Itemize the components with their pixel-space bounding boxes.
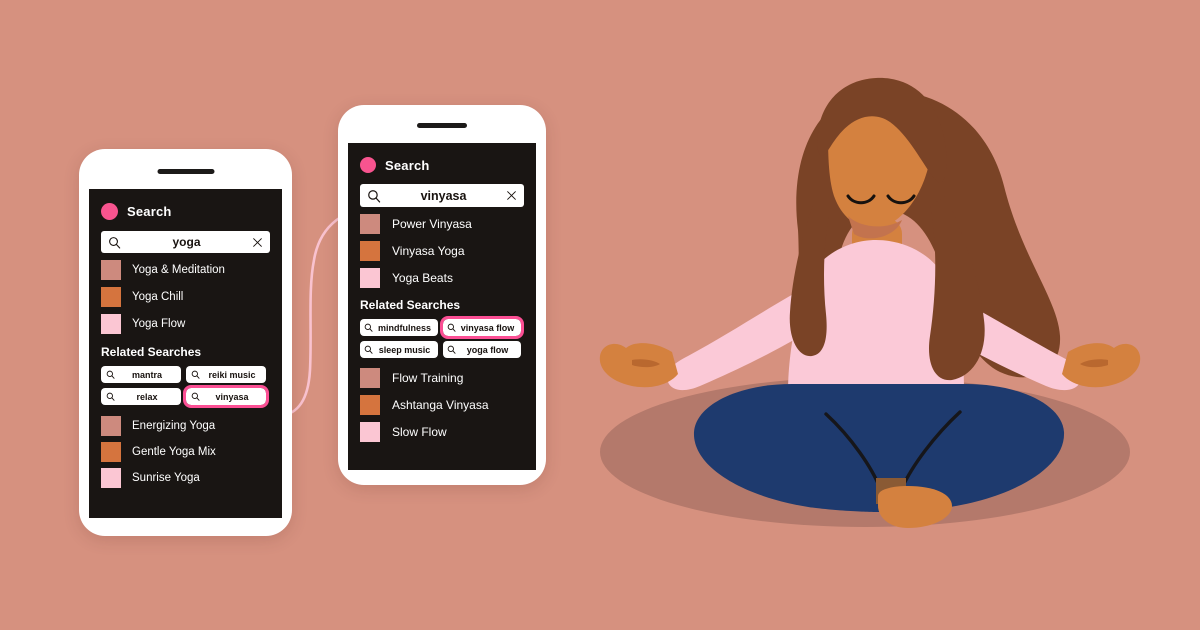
result-swatch <box>360 422 380 442</box>
phone-speaker-bar <box>417 123 467 128</box>
results-secondary-list: Flow Training Ashtanga Vinyasa Slow Flow <box>360 368 524 442</box>
related-chip-label: mantra <box>131 369 162 380</box>
result-swatch <box>101 260 121 280</box>
list-item[interactable]: Sunrise Yoga <box>101 468 270 488</box>
result-label: Yoga & Meditation <box>132 264 225 276</box>
related-chip-label: reiki music <box>208 369 256 380</box>
related-chip-label: vinyasa flow <box>460 322 515 333</box>
result-swatch <box>101 416 121 436</box>
list-item[interactable]: Energizing Yoga <box>101 416 270 436</box>
list-item[interactable]: Ashtanga Vinyasa <box>360 395 524 415</box>
result-swatch <box>101 468 121 488</box>
app-header: Search <box>360 157 524 173</box>
list-item[interactable]: Yoga Chill <box>101 287 270 307</box>
phone-left: Search yoga Yoga & Meditation Yoga Chill… <box>79 149 292 536</box>
related-searches-chips: mantra reiki music relax vinyasa <box>101 366 270 408</box>
related-searches-chips: mindfulness vinyasa flow sleep music yog… <box>360 316 524 358</box>
result-swatch <box>101 442 121 462</box>
app-dot-icon <box>360 157 376 173</box>
result-label: Gentle Yoga Mix <box>132 446 216 458</box>
list-item[interactable]: Vinyasa Yoga <box>360 241 524 261</box>
search-icon <box>109 236 121 249</box>
app-dot-icon <box>101 203 118 220</box>
related-chip[interactable]: sleep music <box>360 341 438 358</box>
search-icon <box>191 392 200 401</box>
result-swatch <box>360 395 380 415</box>
related-searches-title: Related Searches <box>360 298 461 312</box>
related-chip[interactable]: mindfulness <box>360 319 438 336</box>
results-primary-list: Power Vinyasa Vinyasa Yoga Yoga Beats <box>360 214 524 288</box>
related-chip-label: mindfulness <box>377 322 431 333</box>
result-swatch <box>360 268 380 288</box>
search-icon <box>106 392 115 401</box>
result-label: Yoga Beats <box>392 271 453 285</box>
related-chip-label: sleep music <box>378 344 431 355</box>
related-chip[interactable]: mantra <box>101 366 181 383</box>
result-swatch <box>360 214 380 234</box>
related-chip-label: vinyasa <box>215 391 249 402</box>
list-item[interactable]: Power Vinyasa <box>360 214 524 234</box>
search-icon <box>191 370 200 379</box>
result-swatch <box>101 287 121 307</box>
meditation-illustration <box>599 77 1141 528</box>
result-label: Yoga Flow <box>132 318 186 330</box>
related-chip-selected[interactable]: vinyasa flow <box>440 316 524 339</box>
list-item[interactable]: Slow Flow <box>360 422 524 442</box>
related-chip-label: yoga flow <box>466 344 509 355</box>
result-swatch <box>360 241 380 261</box>
search-input-value: yoga <box>172 235 201 249</box>
search-input-value: vinyasa <box>420 188 467 203</box>
list-item[interactable]: Yoga Flow <box>101 314 270 334</box>
list-item[interactable]: Yoga & Meditation <box>101 260 270 280</box>
search-icon <box>106 370 115 379</box>
search-icon <box>368 189 381 203</box>
search-icon <box>364 345 373 354</box>
search-input[interactable]: vinyasa <box>360 184 524 207</box>
search-icon <box>447 323 456 332</box>
result-label: Ashtanga Vinyasa <box>392 398 489 412</box>
list-item[interactable]: Flow Training <box>360 368 524 388</box>
result-swatch <box>360 368 380 388</box>
phone-speaker-bar <box>157 169 214 174</box>
results-secondary-list: Energizing Yoga Gentle Yoga Mix Sunrise … <box>101 416 270 488</box>
related-chip[interactable]: yoga flow <box>443 341 521 358</box>
search-icon <box>447 345 456 354</box>
related-chip[interactable]: reiki music <box>186 366 266 383</box>
phone-right-screen: Search vinyasa Power Vinyasa Vinyasa Yog… <box>348 143 536 470</box>
list-item[interactable]: Yoga Beats <box>360 268 524 288</box>
phone-right: Search vinyasa Power Vinyasa Vinyasa Yog… <box>338 105 546 485</box>
close-icon[interactable] <box>506 190 517 201</box>
related-chip-selected[interactable]: vinyasa <box>183 385 269 408</box>
phone-left-screen: Search yoga Yoga & Meditation Yoga Chill… <box>89 189 282 518</box>
result-label: Vinyasa Yoga <box>392 244 465 258</box>
app-title: Search <box>385 157 430 173</box>
result-swatch <box>101 314 121 334</box>
related-searches-title: Related Searches <box>101 345 202 359</box>
result-label: Yoga Chill <box>132 291 184 303</box>
related-chip-label: relax <box>136 391 158 402</box>
app-title: Search <box>127 204 172 219</box>
result-label: Power Vinyasa <box>392 217 472 231</box>
close-icon[interactable] <box>252 237 263 248</box>
result-label: Slow Flow <box>392 425 447 439</box>
related-chip[interactable]: relax <box>101 388 181 405</box>
result-label: Flow Training <box>392 371 464 385</box>
poster-canvas: Search yoga Yoga & Meditation Yoga Chill… <box>0 0 1200 630</box>
search-icon <box>364 323 373 332</box>
result-label: Sunrise Yoga <box>132 472 200 484</box>
result-label: Energizing Yoga <box>132 420 216 432</box>
search-input[interactable]: yoga <box>101 231 270 253</box>
list-item[interactable]: Gentle Yoga Mix <box>101 442 270 462</box>
results-primary-list: Yoga & Meditation Yoga Chill Yoga Flow <box>101 260 270 334</box>
app-header: Search <box>101 203 270 220</box>
